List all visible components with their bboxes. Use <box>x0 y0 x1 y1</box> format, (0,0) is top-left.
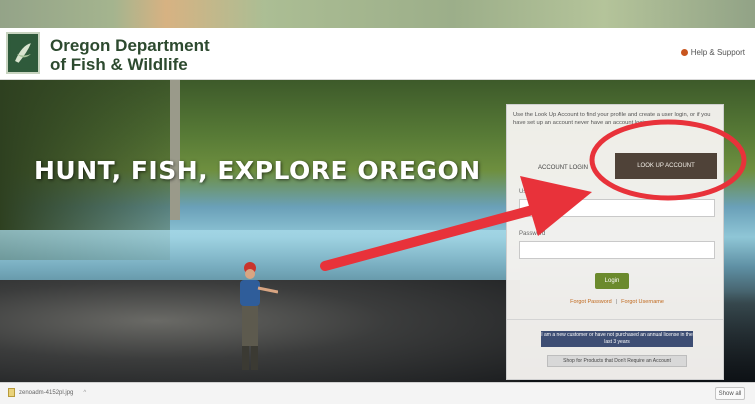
odfw-logo[interactable] <box>6 32 40 74</box>
login-intro-text: Use the Look Up Account to find your pro… <box>513 112 711 126</box>
forgot-password-link[interactable]: Forgot Password <box>570 299 612 305</box>
help-support-link[interactable]: Help & Support <box>680 48 745 57</box>
password-label: Password <box>519 231 546 237</box>
site-header: Oregon Department of Fish & Wildlife Hel… <box>0 28 755 80</box>
tab-look-up-account[interactable]: LOOK UP ACCOUNT <box>615 153 717 179</box>
chevron-up-icon[interactable]: ^ <box>83 390 86 396</box>
link-separator: | <box>615 299 618 305</box>
tab-account-login[interactable]: ACCOUNT LOGIN <box>515 159 611 177</box>
username-input[interactable] <box>519 199 715 217</box>
forgot-links: Forgot Password | Forgot Username <box>537 299 697 305</box>
top-banner-strip <box>0 0 755 28</box>
new-customer-button[interactable]: I am a new customer or have not purchase… <box>541 331 693 347</box>
file-icon <box>8 388 15 397</box>
shop-without-account-button[interactable]: Shop for Products that Don't Require an … <box>547 355 687 367</box>
download-item[interactable]: zenoadm-4152pl.jpg ^ <box>8 388 86 397</box>
hero-tree-trunk <box>170 80 180 220</box>
help-support-label: Help & Support <box>690 48 745 57</box>
download-file-name: zenoadm-4152pl.jpg <box>19 389 74 396</box>
forgot-username-link[interactable]: Forgot Username <box>621 299 664 305</box>
agency-name-line2: of Fish & Wildlife <box>50 55 188 74</box>
angler-figure <box>240 262 278 370</box>
fish-wildlife-logo-icon <box>10 37 36 69</box>
show-all-button[interactable]: Show all <box>715 387 745 400</box>
download-bar: zenoadm-4152pl.jpg ^ Show all <box>0 382 755 404</box>
agency-name-line1: Oregon Department <box>50 36 210 55</box>
agency-name[interactable]: Oregon Department of Fish & Wildlife <box>50 36 290 74</box>
hero-headline: HUNT, FISH, EXPLORE OREGON <box>34 156 481 185</box>
password-input[interactable] <box>519 241 715 259</box>
username-label: Username <box>519 189 547 195</box>
help-icon <box>680 49 688 56</box>
login-button[interactable]: Login <box>595 273 629 289</box>
panel-divider <box>507 319 723 320</box>
login-panel: Use the Look Up Account to find your pro… <box>506 104 724 380</box>
